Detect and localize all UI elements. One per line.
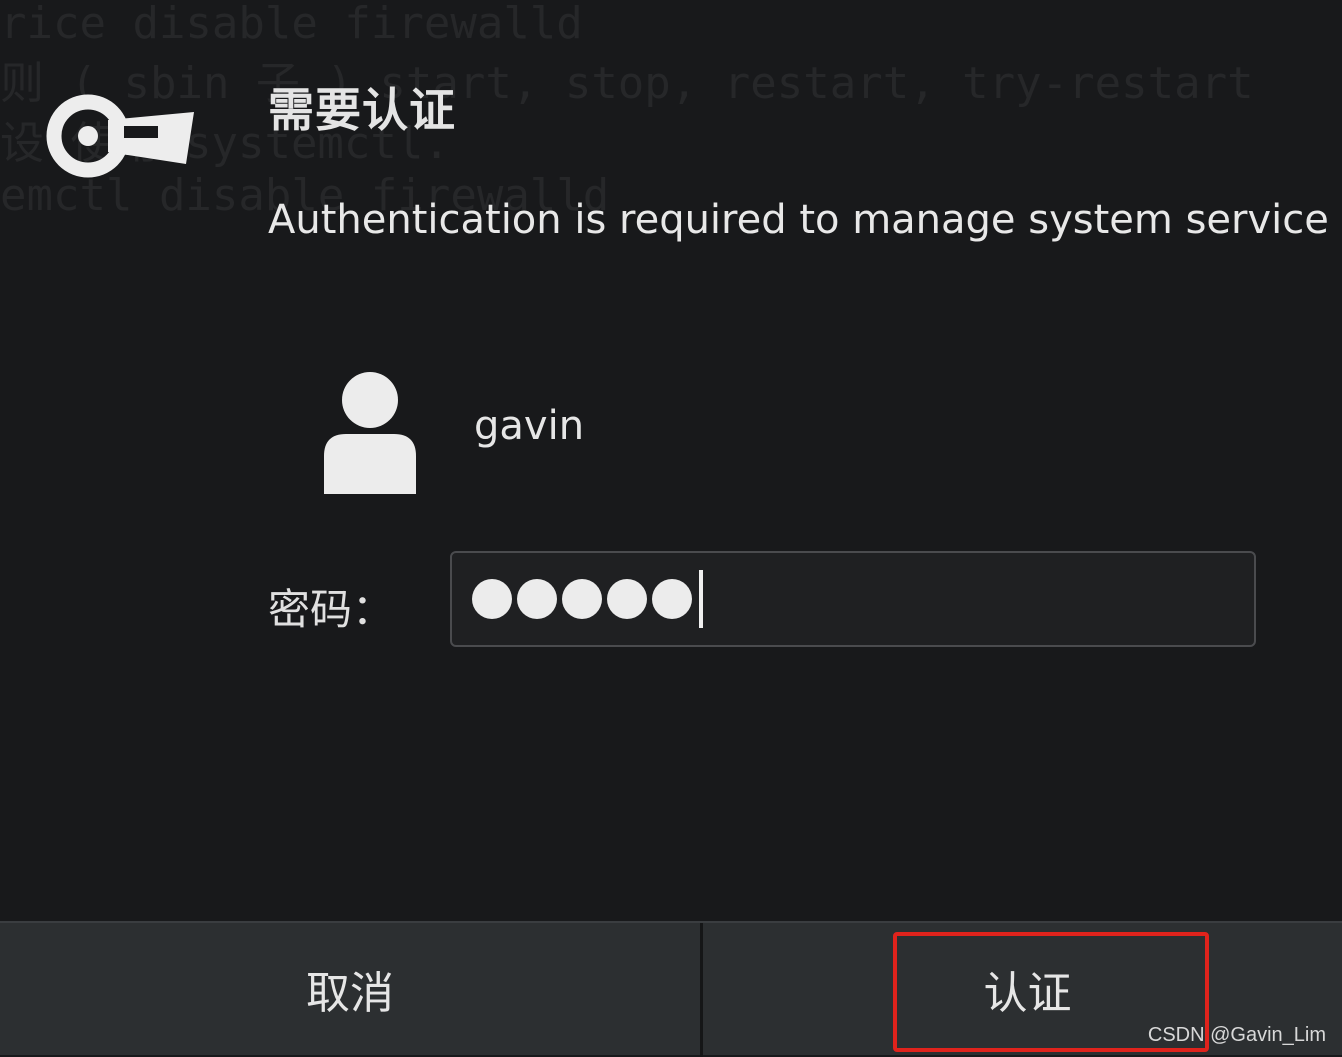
dialog-footer: 取消 认证 (0, 921, 1342, 1057)
dialog-title: 需要认证 (268, 83, 456, 137)
text-caret (699, 570, 703, 628)
password-field[interactable] (450, 551, 1256, 647)
password-dot (472, 579, 512, 619)
terminal-line: rice disable firewalld (0, 0, 583, 49)
watermark: CSDN @Gavin_Lim (1147, 1024, 1326, 1046)
password-dot (652, 579, 692, 619)
dialog-message: Authentication is required to manage sys… (268, 197, 1338, 243)
password-dot (607, 579, 647, 619)
username-label: gavin (474, 403, 585, 449)
key-icon (46, 84, 198, 188)
background-terminal-text: rice disable firewalld 则 ( sbin 子 ) star… (0, 0, 1342, 230)
password-mask (472, 553, 703, 645)
cancel-button[interactable]: 取消 (0, 923, 700, 1055)
password-dot (517, 579, 557, 619)
password-label: 密码： (268, 585, 395, 634)
password-dot (562, 579, 602, 619)
user-avatar-icon (322, 372, 418, 494)
